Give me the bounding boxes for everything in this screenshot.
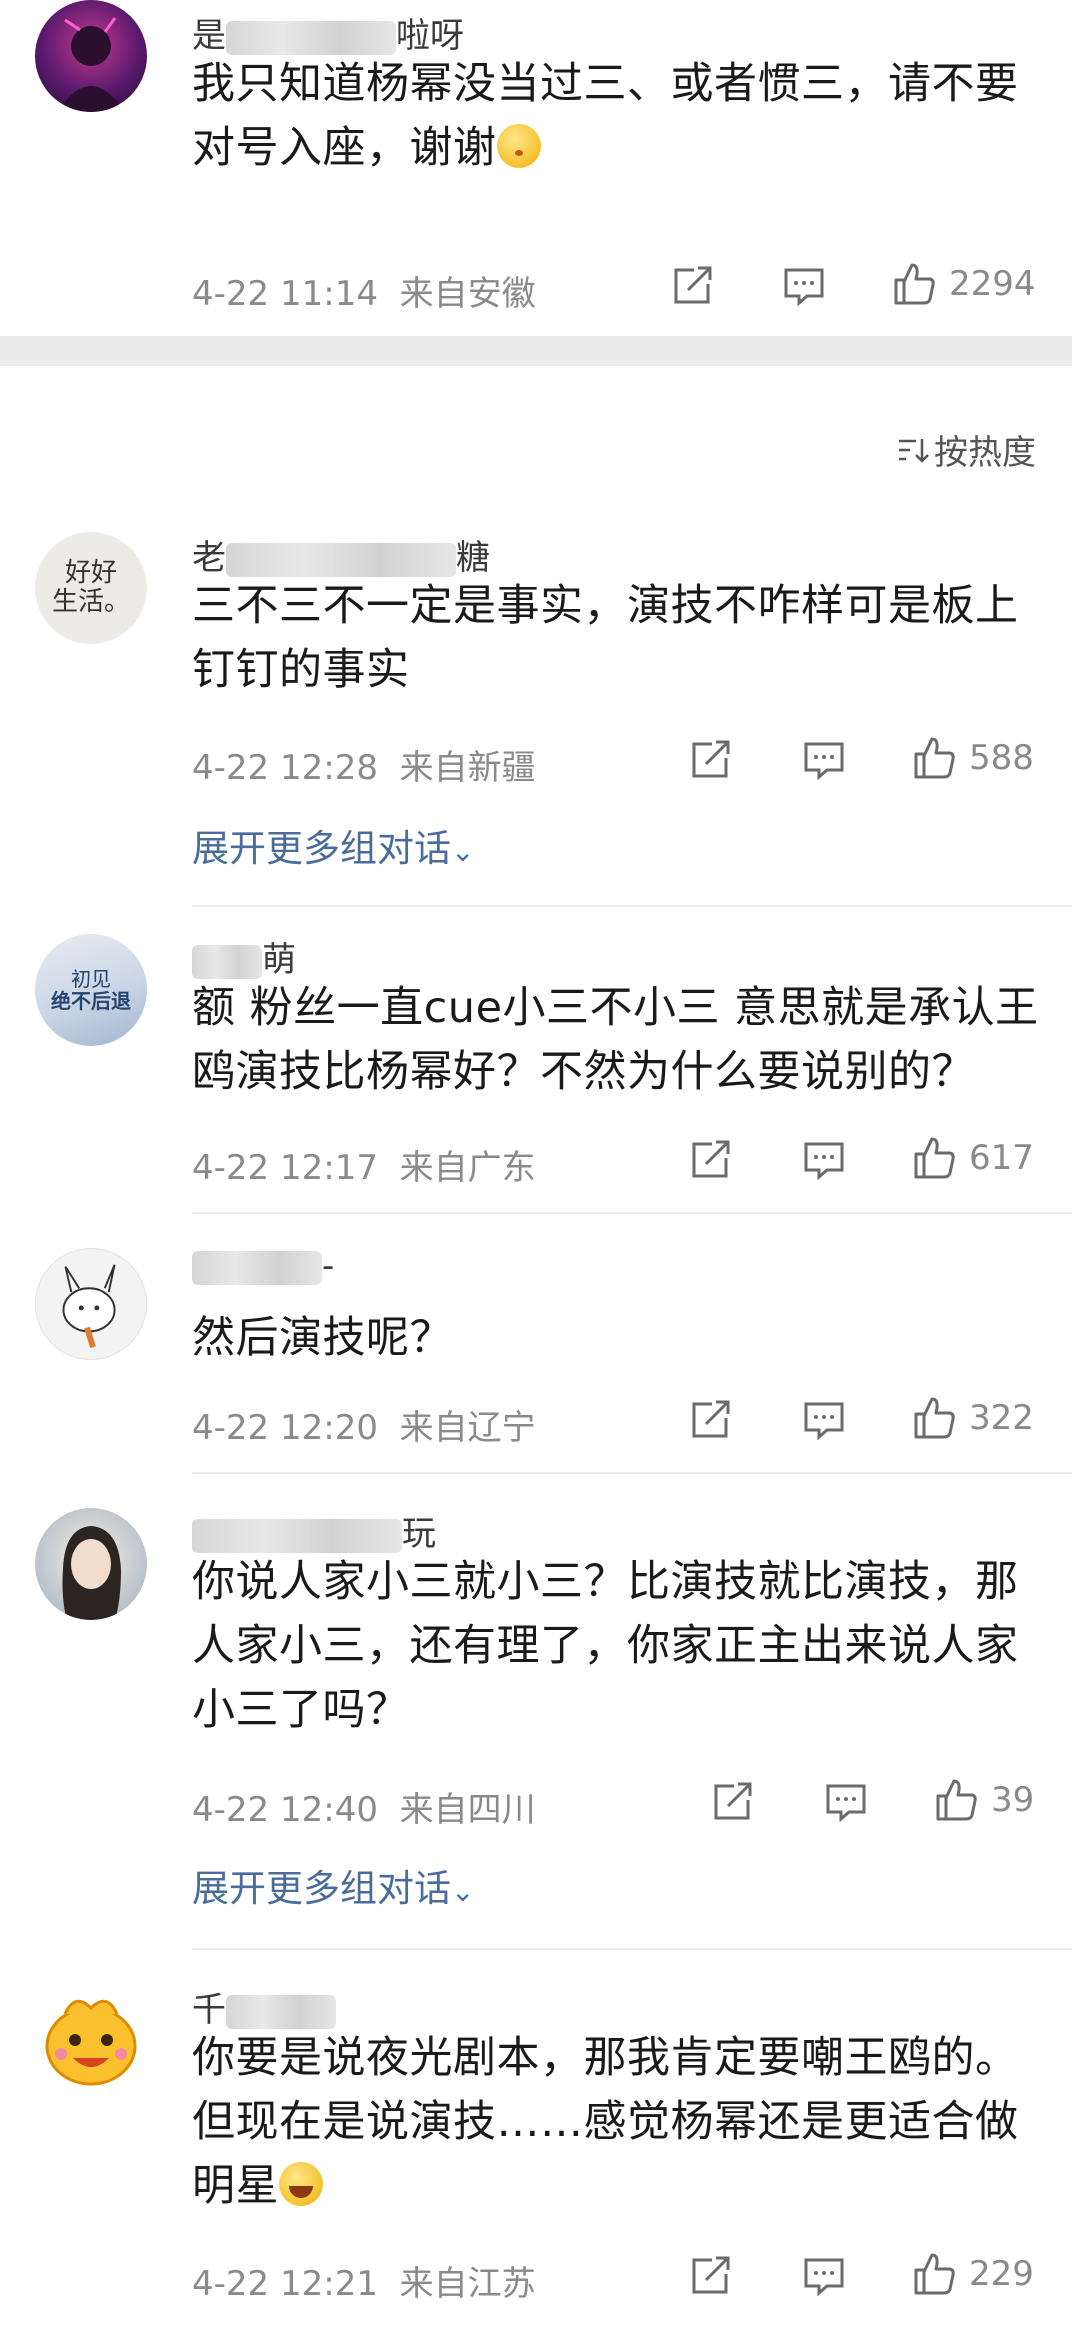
- like-button[interactable]: 39: [935, 1778, 1034, 1822]
- comment-text: 三不三不一定是事实，演技不咋样可是板上钉钉的事实: [192, 581, 1019, 695]
- like-count: 229: [969, 2254, 1034, 2294]
- thumbs-up-icon: [936, 1779, 977, 1821]
- share-button[interactable]: [690, 1140, 732, 1180]
- avatar[interactable]: [35, 1984, 147, 2096]
- expand-replies-link[interactable]: 展开更多组对话⌄: [192, 1858, 474, 1912]
- avatar[interactable]: [35, 0, 147, 112]
- avatar-image: [45, 1999, 137, 2086]
- comment-icon: [784, 268, 824, 306]
- redacted-name: [226, 1994, 336, 2029]
- reply-button[interactable]: [803, 1140, 845, 1180]
- username[interactable]: 老糖: [192, 530, 490, 579]
- avatar[interactable]: [35, 1508, 147, 1620]
- share-button[interactable]: [690, 2256, 732, 2296]
- kiss-emoji-icon: [496, 124, 541, 168]
- chevron-down-icon: ⌄: [451, 1875, 475, 1908]
- avatar-image: [62, 1264, 116, 1349]
- share-button[interactable]: [690, 740, 732, 780]
- avatar-image: [57, 17, 125, 112]
- avatar-text: 初见 绝不后退: [51, 967, 131, 1013]
- divider: [192, 1212, 1072, 1214]
- section-divider: [0, 336, 1072, 366]
- avatar-text: 好好 生活。: [51, 558, 130, 617]
- chevron-down-icon: ⌄: [451, 835, 475, 868]
- like-button[interactable]: 617: [913, 1136, 1034, 1180]
- like-button[interactable]: 322: [913, 1396, 1034, 1440]
- thumbs-up-icon: [914, 737, 955, 779]
- share-button[interactable]: [712, 1782, 754, 1822]
- share-icon: [692, 2256, 730, 2294]
- comment-text: 你要是说夜光剧本，那我肯定要嘲王鸥的。但现在是说演技……感觉杨幂还是更适合做明星: [192, 2033, 1019, 2211]
- comment-icon: [804, 1402, 844, 1440]
- comment-meta: 4-22 11:14 来自安徽: [192, 274, 536, 314]
- share-icon: [714, 1782, 752, 1820]
- comment-text: 我只知道杨幂没当过三、或者惯三，请不要对号入座，谢谢: [192, 59, 1019, 173]
- username[interactable]: 萌: [192, 932, 296, 981]
- comment-text: 然后演技呢？: [192, 1313, 453, 1363]
- divider: [192, 1472, 1072, 1474]
- share-icon: [692, 740, 730, 778]
- thumbs-up-icon: [914, 1137, 955, 1179]
- like-button[interactable]: 588: [913, 736, 1034, 780]
- comment-meta: 4-22 12:17 来自广东: [192, 1148, 536, 1188]
- comment-meta: 4-22 12:40 来自四川: [192, 1790, 536, 1830]
- share-icon: [674, 266, 712, 304]
- like-button[interactable]: 2294: [893, 262, 1036, 306]
- like-count: 322: [969, 1398, 1034, 1438]
- comment-text: 额 粉丝一直cue小三不小三 意思就是承认王鸥演技比杨幂好？不然为什么要说别的？: [192, 983, 1039, 1097]
- like-count: 39: [991, 1780, 1035, 1820]
- comment-icon: [826, 1784, 866, 1822]
- reply-button[interactable]: [803, 740, 845, 780]
- sort-icon: [899, 438, 929, 463]
- comment-icon: [804, 742, 844, 780]
- expand-replies-link[interactable]: 展开更多组对话⌄: [192, 818, 474, 872]
- divider: [192, 905, 1072, 907]
- share-button[interactable]: [690, 1400, 732, 1440]
- redacted-name: [192, 1250, 322, 1285]
- like-button[interactable]: 229: [913, 2252, 1034, 2296]
- like-count: 588: [969, 738, 1034, 778]
- thumbs-up-icon: [894, 263, 935, 305]
- comment-icon: [804, 2258, 844, 2296]
- comment-meta: 4-22 12:28 来自新疆: [192, 748, 536, 788]
- thumbs-up-icon: [914, 2253, 955, 2295]
- share-icon: [692, 1400, 730, 1438]
- comment-meta: 4-22 12:21 来自江苏: [192, 2264, 536, 2304]
- thumbs-up-icon: [914, 1397, 955, 1439]
- comment-meta: 4-22 12:20 来自辽宁: [192, 1408, 536, 1448]
- comment-text: 你说人家小三就小三？比演技就比演技，那人家小三，还有理了，你家正主出来说人家小三…: [192, 1557, 1019, 1735]
- avatar[interactable]: 好好 生活。: [35, 532, 147, 644]
- share-icon: [692, 1140, 730, 1178]
- reply-button[interactable]: [825, 1782, 867, 1822]
- comment-icon: [804, 1142, 844, 1180]
- divider: [192, 1948, 1072, 1950]
- redacted-name: [192, 1518, 402, 1553]
- reply-button[interactable]: [783, 266, 825, 306]
- username[interactable]: 千: [192, 1982, 336, 2031]
- avatar-image: [62, 1526, 121, 1620]
- username[interactable]: 是啦呀: [192, 8, 464, 57]
- reply-button[interactable]: [803, 1400, 845, 1440]
- reply-button[interactable]: [803, 2256, 845, 2296]
- share-button[interactable]: [672, 266, 714, 306]
- laugh-emoji-icon: [279, 2162, 323, 2206]
- redacted-name: [226, 542, 456, 577]
- redacted-name: [226, 20, 396, 55]
- avatar[interactable]: [35, 1248, 147, 1360]
- redacted-name: [192, 944, 262, 979]
- username[interactable]: 玩: [192, 1506, 436, 1555]
- username[interactable]: -: [192, 1246, 334, 1286]
- sort-toggle[interactable]: 按热度: [896, 425, 1036, 474]
- like-count: 2294: [949, 264, 1036, 304]
- like-count: 617: [969, 1138, 1034, 1178]
- avatar[interactable]: 初见 绝不后退: [35, 934, 147, 1046]
